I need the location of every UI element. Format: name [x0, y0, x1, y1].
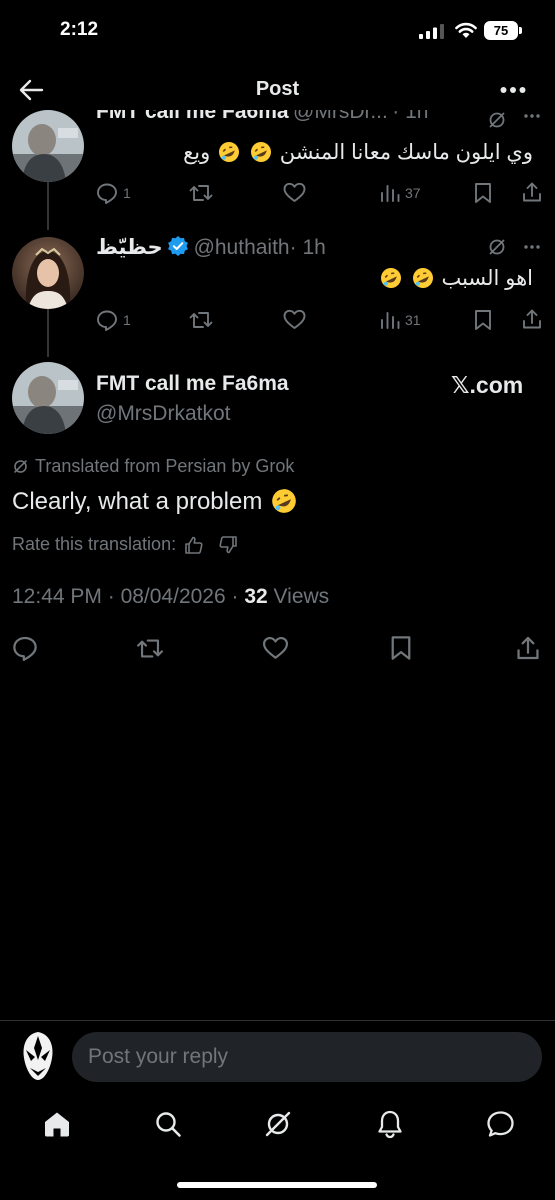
header-mask [0, 104, 555, 110]
reply-count: 1 [123, 312, 131, 328]
rate-label: Rate this translation: [12, 534, 177, 554]
reply-icon[interactable] [12, 635, 38, 661]
reply-count: 1 [123, 185, 131, 201]
reply-text: وي ايلون ماسك معانا المنشن ويع [183, 140, 533, 165]
grok-icon[interactable] [487, 110, 507, 130]
author-handle[interactable]: @MrsDrkatkot [96, 402, 231, 426]
more-icon[interactable] [524, 245, 540, 249]
reply-icon[interactable] [96, 182, 118, 204]
views-icon[interactable] [380, 311, 400, 329]
home-icon[interactable] [43, 1110, 71, 1138]
share-icon[interactable] [521, 308, 543, 330]
verified-badge-icon [168, 236, 189, 256]
rofl-emoji [380, 268, 401, 288]
share-icon[interactable] [515, 635, 541, 661]
reply-icon[interactable] [96, 309, 118, 331]
action-bar: 1 31 [96, 308, 546, 332]
avatar[interactable] [12, 237, 84, 309]
reply-input[interactable] [72, 1032, 542, 1082]
author-name[interactable]: FMT call me Fa6ma [96, 372, 289, 396]
repost-icon[interactable] [189, 182, 213, 204]
battery-indicator: 75 [484, 21, 518, 40]
author-handle[interactable]: @huthaith [194, 236, 290, 259]
home-indicator [177, 1182, 377, 1188]
reply-header: حظيّظ @huthaith· 1h [96, 235, 326, 260]
views-label[interactable]: Views [274, 585, 330, 608]
rofl-emoji [250, 142, 271, 162]
heart-icon[interactable] [262, 636, 289, 660]
author-name[interactable]: حظيّظ [96, 236, 163, 259]
rofl-emoji [412, 268, 433, 288]
views-count: 31 [405, 312, 421, 328]
post-text: Clearly, what a problem [12, 488, 299, 516]
heart-icon[interactable] [283, 182, 306, 203]
share-icon[interactable] [521, 181, 543, 203]
post-date: 08/04/2026 [120, 585, 226, 608]
thumbs-up-icon[interactable] [184, 536, 204, 554]
translation-notice: Translated from Persian by Grok [12, 456, 294, 477]
rate-translation: Rate this translation: [12, 534, 238, 555]
watermark: 𝕏.com [451, 372, 524, 398]
post-time: · 1h [289, 236, 326, 259]
divider [0, 1020, 555, 1021]
more-icon[interactable] [500, 86, 526, 94]
wifi-icon [455, 22, 477, 38]
views-count: 32 [244, 585, 268, 608]
search-icon[interactable] [154, 1110, 182, 1138]
action-bar: 1 37 [96, 181, 546, 205]
avatar[interactable] [12, 110, 84, 182]
views-count: 37 [405, 185, 421, 201]
reply-text-suffix: ويع [183, 141, 211, 164]
grok-icon [14, 460, 27, 473]
repost-icon[interactable] [136, 636, 164, 661]
battery-tip [519, 27, 522, 34]
rofl-emoji [272, 489, 296, 513]
translated-label[interactable]: Translated from Persian by Grok [35, 456, 294, 477]
status-time: 2:12 [60, 19, 99, 40]
thread-line [47, 182, 49, 230]
heart-icon[interactable] [283, 309, 306, 330]
views-icon[interactable] [380, 184, 400, 202]
cellular-signal-icon [419, 24, 444, 39]
rofl-emoji [219, 142, 240, 162]
page-title: Post [255, 78, 300, 100]
grok-icon[interactable] [264, 1110, 292, 1138]
user-avatar[interactable] [18, 1030, 58, 1082]
reply-text-content: وي ايلون ماسك معانا المنشن [279, 141, 533, 164]
main-action-bar [12, 635, 542, 661]
avatar[interactable] [12, 362, 84, 434]
post-meta: 12:44 PM · 08/04/2026 · 32 Views [12, 585, 330, 608]
bookmark-icon[interactable] [474, 309, 492, 331]
grok-icon[interactable] [487, 237, 507, 257]
reply-text: اهو السبب [378, 266, 533, 291]
more-icon[interactable] [524, 114, 540, 118]
thumbs-down-icon[interactable] [218, 535, 238, 554]
post-time: 12:44 PM [12, 585, 102, 608]
notifications-bell-icon[interactable] [377, 1109, 403, 1139]
bookmark-icon[interactable] [474, 182, 492, 204]
repost-icon[interactable] [189, 309, 213, 331]
thread-line [47, 309, 49, 357]
bookmark-icon[interactable] [390, 635, 412, 661]
reply-text-content: اهو السبب [441, 267, 533, 290]
messages-icon[interactable] [486, 1110, 515, 1138]
post-text-content: Clearly, what a problem [12, 488, 263, 515]
